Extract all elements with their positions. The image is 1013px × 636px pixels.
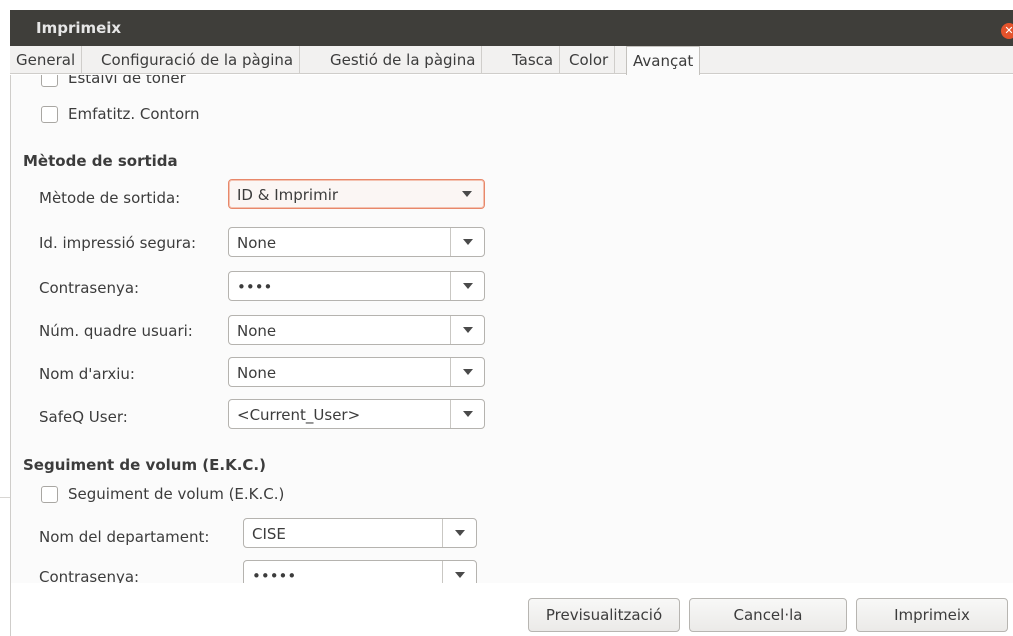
output-method-section-title: Mètode de sortida xyxy=(23,152,178,170)
window-title: Imprimeix xyxy=(36,19,122,37)
emphasize-contour-checkbox[interactable] xyxy=(41,105,58,123)
tab-general[interactable]: General xyxy=(10,46,83,74)
preview-button[interactable]: Previsualització xyxy=(528,598,680,632)
secure-print-id-label: Id. impressió segura: xyxy=(39,234,197,252)
advanced-panel[interactable]: Estalvi de tòner Emfatitz. Contorn Mètod… xyxy=(10,75,1013,583)
password-value: •••• xyxy=(237,278,273,296)
output-method-value: ID & Imprimir xyxy=(237,186,339,204)
file-name-combo[interactable]: None xyxy=(228,357,485,387)
divider xyxy=(0,497,10,498)
volume-tracking-label: Seguiment de volum (E.K.C.) xyxy=(68,485,285,503)
file-name-label: Nom d'arxiu: xyxy=(39,365,135,383)
chevron-down-icon[interactable] xyxy=(442,519,476,547)
tab-job[interactable]: Tasca xyxy=(506,46,561,74)
toner-saving-label: Estalvi de tòner xyxy=(68,75,186,87)
tab-page-management[interactable]: Gestió de la pàgina xyxy=(324,46,483,74)
tab-page-setup[interactable]: Configuració de la pàgina xyxy=(95,46,301,74)
department-name-value: CISE xyxy=(252,525,286,543)
chevron-down-icon[interactable] xyxy=(450,228,484,256)
chevron-down-icon[interactable] xyxy=(450,400,484,428)
print-button[interactable]: Imprimeix xyxy=(856,598,1008,632)
toner-saving-option[interactable]: Estalvi de tòner xyxy=(41,75,186,87)
department-name-label: Nom del departament: xyxy=(39,528,210,546)
divider xyxy=(10,505,11,636)
tab-bar: General Configuració de la pàgina Gestió… xyxy=(10,46,1013,75)
tab-advanced[interactable]: Avançat xyxy=(626,46,701,75)
emphasize-contour-option[interactable]: Emfatitz. Contorn xyxy=(41,105,200,123)
secure-print-id-value: None xyxy=(237,234,277,252)
emphasize-contour-label: Emfatitz. Contorn xyxy=(68,105,200,123)
file-name-value: None xyxy=(237,364,277,382)
chevron-down-icon[interactable] xyxy=(450,358,484,386)
department-password-value: ••••• xyxy=(252,567,297,583)
department-password-combo[interactable]: ••••• xyxy=(243,560,477,583)
volume-tracking-checkbox[interactable] xyxy=(41,485,58,503)
cancel-button[interactable]: Cancel·la xyxy=(689,598,847,632)
window-titlebar: Imprimeix ✕ xyxy=(10,10,1013,46)
chevron-down-icon[interactable] xyxy=(442,561,476,583)
chevron-down-icon[interactable] xyxy=(450,180,484,208)
close-icon[interactable]: ✕ xyxy=(1001,23,1013,39)
user-box-number-combo[interactable]: None xyxy=(228,315,485,345)
secure-print-id-combo[interactable]: None xyxy=(228,227,485,257)
department-password-label: Contrasenya: xyxy=(39,568,140,583)
volume-tracking-section-title: Seguiment de volum (E.K.C.) xyxy=(23,456,266,474)
toner-saving-checkbox[interactable] xyxy=(41,75,58,87)
safeq-user-value: <Current_User> xyxy=(237,406,361,424)
safeq-user-combo[interactable]: <Current_User> xyxy=(228,399,485,429)
tab-color[interactable]: Color xyxy=(563,46,616,74)
password-combo[interactable]: •••• xyxy=(228,271,485,301)
volume-tracking-option[interactable]: Seguiment de volum (E.K.C.) xyxy=(41,485,284,503)
chevron-down-icon[interactable] xyxy=(450,272,484,300)
department-name-combo[interactable]: CISE xyxy=(243,518,477,548)
safeq-user-label: SafeQ User: xyxy=(39,408,128,426)
user-box-number-label: Núm. quadre usuari: xyxy=(39,322,193,340)
chevron-down-icon[interactable] xyxy=(450,316,484,344)
output-method-dropdown[interactable]: ID & Imprimir xyxy=(228,179,485,209)
password-label: Contrasenya: xyxy=(39,279,140,297)
output-method-label: Mètode de sortida: xyxy=(39,189,181,207)
user-box-number-value: None xyxy=(237,322,277,340)
